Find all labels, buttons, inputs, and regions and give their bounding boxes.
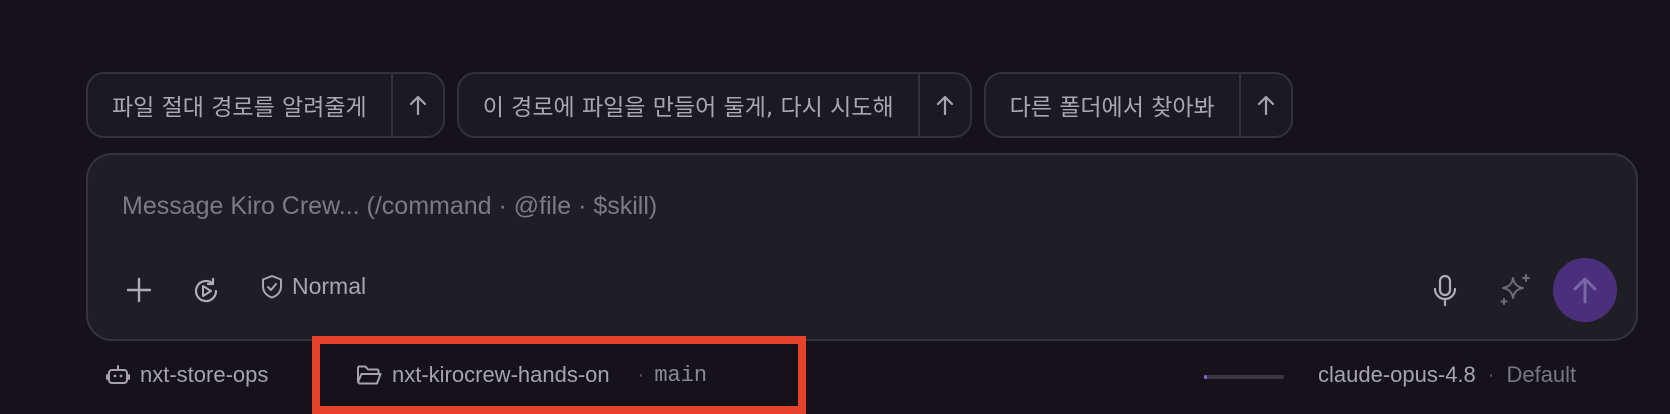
shield-icon bbox=[262, 274, 282, 298]
microphone-icon bbox=[1433, 274, 1457, 307]
model-selector[interactable]: claude-opus-4.8 · Default bbox=[1318, 362, 1576, 388]
suggestion-send-button[interactable] bbox=[1238, 74, 1291, 136]
history-icon bbox=[194, 277, 218, 303]
suggestion-chip-label[interactable]: 파일 절대 경로를 알려줄게 bbox=[88, 74, 391, 136]
permission-mode-selector[interactable]: Normal bbox=[260, 273, 366, 300]
suggestion-send-button[interactable] bbox=[917, 74, 970, 136]
arrow-up-icon bbox=[1257, 95, 1274, 116]
arrow-up-icon bbox=[936, 95, 953, 116]
context-usage-fill bbox=[1204, 375, 1208, 379]
sparkle-icon bbox=[1500, 274, 1530, 305]
arrow-up-icon bbox=[409, 95, 426, 116]
arrow-up-icon bbox=[1573, 277, 1597, 304]
history-button[interactable] bbox=[188, 273, 224, 309]
message-composer: Normal bbox=[86, 153, 1638, 341]
permission-mode-label: Normal bbox=[292, 273, 367, 299]
suggestion-chip-label[interactable]: 이 경로에 파일을 만들어 둘게, 다시 시도해 bbox=[459, 74, 918, 136]
suggestion-chip-2[interactable]: 이 경로에 파일을 만들어 둘게, 다시 시도해 bbox=[456, 72, 972, 138]
suggestion-chip-1[interactable]: 파일 절대 경로를 알려줄게 bbox=[86, 72, 445, 138]
model-profile: Default bbox=[1506, 362, 1577, 387]
robot-icon bbox=[106, 365, 130, 384]
model-name: claude-opus-4.8 bbox=[1318, 362, 1476, 387]
separator-dot: · bbox=[1487, 363, 1495, 386]
voice-input-button[interactable] bbox=[1428, 273, 1462, 309]
highlight-box bbox=[312, 336, 806, 414]
suggestion-chip-label[interactable]: 다른 폴더에서 찾아봐 bbox=[986, 74, 1239, 136]
message-input[interactable] bbox=[120, 185, 1424, 227]
suggestion-chip-3[interactable]: 다른 폴더에서 찾아봐 bbox=[983, 72, 1293, 138]
agent-name: nxt-store-ops bbox=[140, 362, 269, 387]
attach-button[interactable] bbox=[122, 273, 156, 307]
suggestion-chips: 파일 절대 경로를 알려줄게 이 경로에 파일을 만들어 둘게, 다시 시도해 … bbox=[86, 72, 1293, 138]
enhance-prompt-button[interactable] bbox=[1496, 271, 1534, 309]
agent-selector[interactable]: nxt-store-ops bbox=[106, 362, 268, 388]
status-bar: nxt-store-ops nxt-kirocrew-hands-on · ma… bbox=[0, 358, 1670, 398]
plus-icon bbox=[126, 277, 152, 303]
suggestion-send-button[interactable] bbox=[390, 74, 443, 136]
send-button[interactable] bbox=[1553, 258, 1617, 322]
context-usage-bar bbox=[1204, 375, 1284, 379]
